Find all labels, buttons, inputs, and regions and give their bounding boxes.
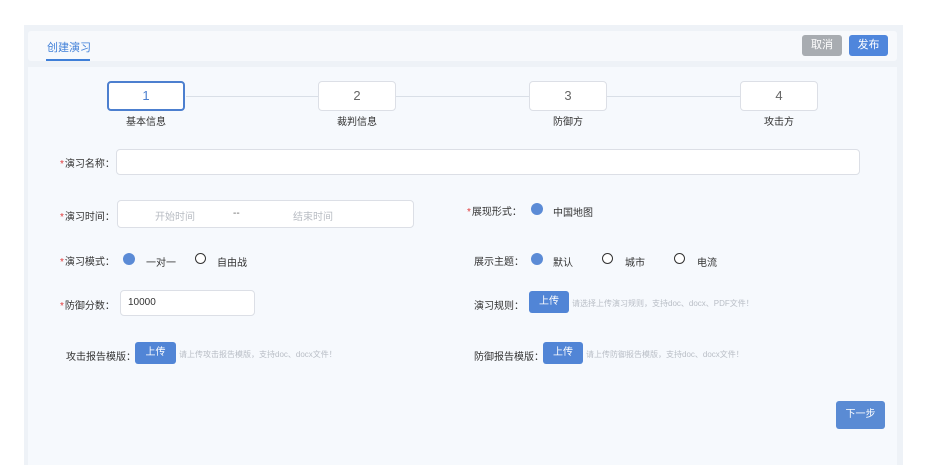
drill-mode-label: *演习模式： bbox=[60, 257, 115, 268]
step-3-label: 防御方 bbox=[553, 117, 583, 128]
defense-score-value: 10000 bbox=[128, 297, 156, 308]
required-marker: * bbox=[60, 257, 64, 268]
step-4-label: 攻击方 bbox=[764, 117, 794, 128]
required-marker: * bbox=[60, 159, 64, 170]
required-marker: * bbox=[467, 207, 471, 218]
theme-radio-city[interactable] bbox=[602, 253, 613, 264]
drill-name-input[interactable] bbox=[116, 149, 860, 175]
start-time-placeholder[interactable]: 开始时间 bbox=[155, 208, 195, 223]
rules-upload-hint: 请选择上传演习规则，支持doc、docx、PDF文件！ bbox=[572, 299, 754, 308]
rules-upload-button[interactable]: 上传 bbox=[529, 291, 569, 313]
step-2-box[interactable]: 2 bbox=[318, 81, 396, 111]
theme-radio-current[interactable] bbox=[674, 253, 685, 264]
step-connector bbox=[396, 96, 529, 97]
defense-report-upload-button[interactable]: 上传 bbox=[543, 342, 583, 364]
required-marker: * bbox=[60, 301, 64, 312]
theme-option-city: 城市 bbox=[625, 258, 645, 269]
mode-radio-one-on-one[interactable] bbox=[123, 253, 135, 265]
mode-radio-free-battle[interactable] bbox=[195, 253, 206, 264]
time-separator: -- bbox=[233, 208, 240, 219]
required-marker: * bbox=[60, 212, 64, 223]
defense-report-upload-hint: 请上传防御报告模版，支持doc、docx文件！ bbox=[586, 350, 744, 359]
theme-option-current: 电流 bbox=[697, 258, 717, 269]
attack-report-upload-hint: 请上传攻击报告模版，支持doc、docx文件！ bbox=[179, 350, 337, 359]
mode-option-free-battle: 自由战 bbox=[217, 258, 247, 269]
step-connector bbox=[607, 96, 740, 97]
attack-report-upload-button[interactable]: 上传 bbox=[135, 342, 176, 364]
display-form-option-label: 中国地图 bbox=[553, 208, 593, 219]
tab-active-indicator bbox=[46, 59, 90, 61]
publish-button[interactable]: 发布 bbox=[849, 35, 888, 56]
defense-report-label: 防御报告模版： bbox=[474, 352, 544, 363]
mode-option-one-on-one: 一对一 bbox=[146, 258, 176, 269]
cancel-button[interactable]: 取消 bbox=[802, 35, 842, 56]
step-connector bbox=[186, 96, 318, 97]
theme-radio-default[interactable] bbox=[531, 253, 543, 265]
theme-option-default: 默认 bbox=[553, 258, 573, 269]
display-form-label: *展现形式： bbox=[467, 207, 522, 218]
step-3-box[interactable]: 3 bbox=[529, 81, 607, 111]
drill-name-label: *演习名称： bbox=[60, 159, 115, 170]
attack-report-label: 攻击报告模版： bbox=[66, 352, 136, 363]
step-1-box[interactable]: 1 bbox=[107, 81, 185, 111]
tab-create-drill[interactable]: 创建演习 bbox=[47, 39, 91, 55]
top-bar: 创建演习 取消 发布 bbox=[28, 31, 897, 61]
defense-score-label: *防御分数： bbox=[60, 301, 115, 312]
step-1-label: 基本信息 bbox=[126, 117, 166, 128]
step-4-box[interactable]: 4 bbox=[740, 81, 818, 111]
theme-label: 展示主题： bbox=[474, 257, 524, 268]
step-2-label: 裁判信息 bbox=[337, 117, 377, 128]
rules-label: 演习规则： bbox=[474, 301, 524, 312]
display-form-radio-china-map[interactable] bbox=[531, 203, 543, 215]
drill-time-label: *演习时间： bbox=[60, 212, 115, 223]
end-time-placeholder[interactable]: 结束时间 bbox=[293, 208, 333, 223]
next-step-button[interactable]: 下一步 bbox=[836, 401, 885, 429]
